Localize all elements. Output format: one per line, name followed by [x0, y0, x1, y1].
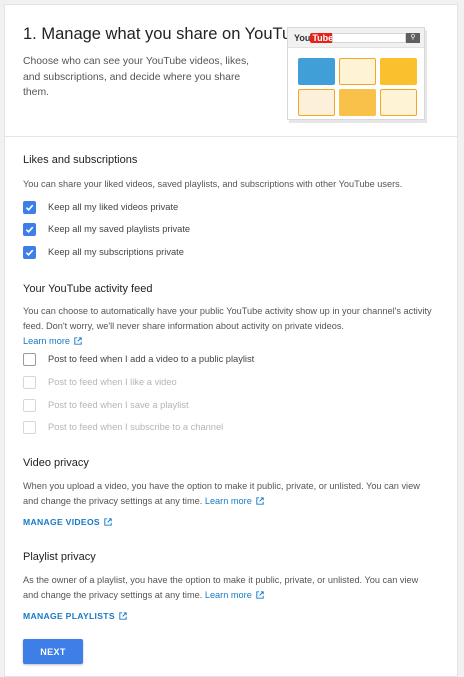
checkbox-label: Post to feed when I add a video to a pub… [48, 354, 255, 364]
checkbox-post-subscribe[interactable]: Post to feed when I subscribe to a chann… [23, 419, 223, 435]
thumbnail-image [380, 58, 417, 85]
youtube-illustration: You Tube ⚲ [287, 27, 427, 125]
thumbnail-image [339, 58, 376, 85]
search-icon: ⚲ [406, 33, 420, 43]
video-privacy-desc: When you upload a video, you have the op… [23, 481, 420, 506]
header: 1. Manage what you share on YouTube Choo… [5, 5, 457, 137]
thumbnail-image [380, 89, 417, 116]
checkbox-disabled-icon[interactable] [23, 375, 36, 389]
external-link-icon[interactable] [256, 591, 264, 599]
learn-more-link[interactable]: Learn more [205, 496, 252, 506]
external-link-icon[interactable] [119, 612, 127, 620]
checkbox-checked-icon[interactable] [23, 245, 36, 259]
thumbnail-image [298, 58, 335, 85]
checkbox-disabled-icon[interactable] [23, 398, 36, 412]
checkbox-label: Keep all my liked videos private [48, 202, 179, 212]
likes-section-title: Likes and subscriptions [23, 154, 138, 166]
activity-section-title: Your YouTube activity feed [23, 283, 153, 295]
external-link-icon[interactable] [74, 337, 82, 345]
external-link-icon[interactable] [256, 497, 264, 505]
activity-section-desc: You can choose to automatically have you… [23, 306, 432, 346]
checkbox-liked-videos-private[interactable]: Keep all my liked videos private [23, 199, 178, 215]
checkbox-post-like-video[interactable]: Post to feed when I like a video [23, 374, 177, 390]
checkbox-label: Post to feed when I subscribe to a chann… [48, 422, 224, 432]
checkbox-subscriptions-private[interactable]: Keep all my subscriptions private [23, 244, 184, 260]
checkbox-checked-icon[interactable] [23, 222, 36, 236]
checkbox-checked-icon[interactable] [23, 200, 36, 214]
video-privacy-title: Video privacy [23, 457, 89, 469]
page-title: 1. Manage what you share on YouTube [23, 25, 310, 43]
manage-videos-link[interactable]: MANAGE VIDEOS [23, 517, 112, 527]
external-link-icon[interactable] [104, 518, 112, 526]
checkbox-label: Keep all my saved playlists private [48, 224, 191, 234]
browser-window-image: You Tube ⚲ [287, 27, 425, 120]
settings-card: 1. Manage what you share on YouTube Choo… [4, 4, 458, 677]
playlist-privacy-title: Playlist privacy [23, 551, 96, 563]
learn-more-link[interactable]: Learn more [205, 590, 252, 600]
checkbox-label: Post to feed when I like a video [48, 377, 177, 387]
checkbox-disabled-icon[interactable] [23, 420, 36, 434]
learn-more-link[interactable]: Learn more [23, 336, 70, 346]
checkbox-saved-playlists-private[interactable]: Keep all my saved playlists private [23, 221, 190, 237]
thumbnail-image [298, 89, 335, 116]
thumbnail-image [339, 89, 376, 116]
youtube-logo: You Tube [294, 33, 336, 43]
checkbox-label: Post to feed when I save a playlist [48, 400, 189, 410]
checkbox-label: Keep all my subscriptions private [48, 247, 184, 257]
manage-playlists-link[interactable]: MANAGE PLAYLISTS [23, 611, 127, 621]
intro-text: Choose who can see your YouTube videos, … [23, 56, 250, 98]
likes-section-desc: You can share your liked videos, saved p… [23, 179, 403, 189]
playlist-privacy-desc: As the owner of a playlist, you have the… [23, 575, 419, 600]
next-button[interactable]: NEXT [23, 639, 83, 664]
checkbox-unchecked-icon[interactable] [23, 352, 36, 366]
search-box-image [332, 33, 406, 43]
checkbox-post-save-playlist[interactable]: Post to feed when I save a playlist [23, 397, 189, 413]
checkbox-post-add-to-playlist[interactable]: Post to feed when I add a video to a pub… [23, 351, 254, 367]
